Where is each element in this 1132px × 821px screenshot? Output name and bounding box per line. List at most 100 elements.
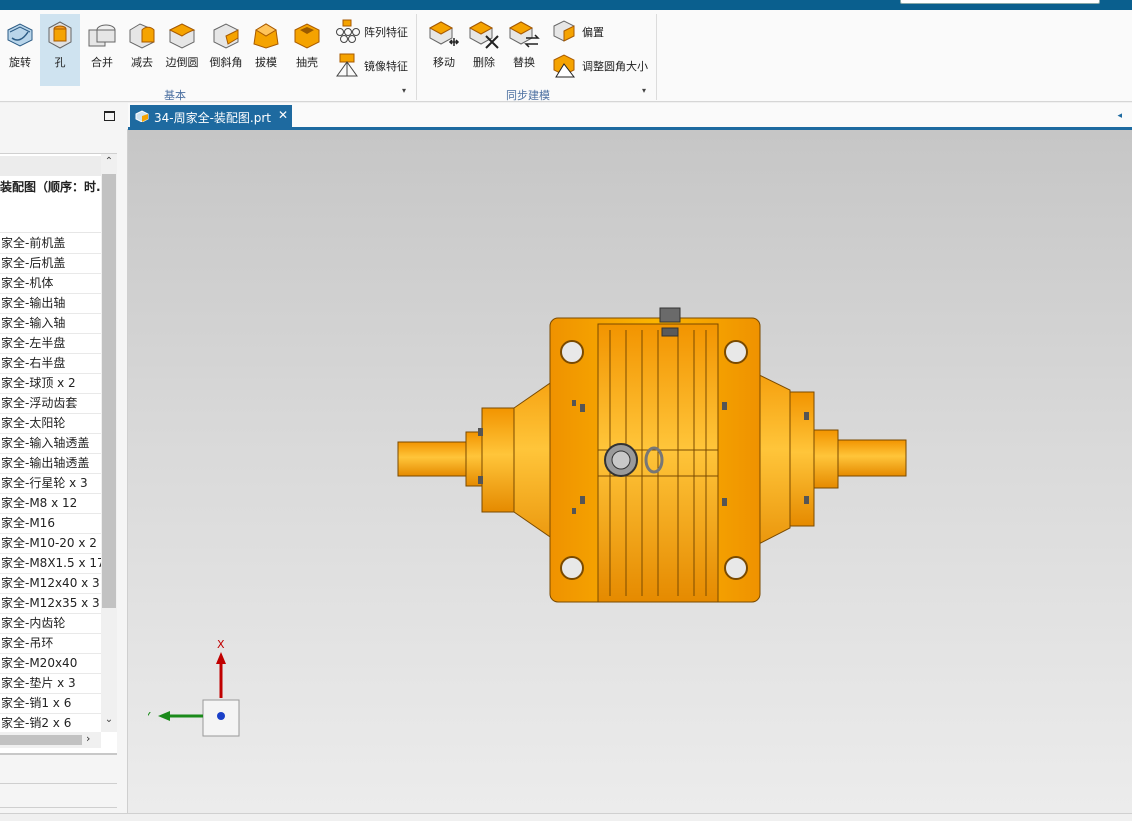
tree-row[interactable]: 家全-M16 bbox=[0, 514, 101, 534]
tree-row[interactable]: 家全-太阳轮 bbox=[0, 414, 101, 434]
menu-bar: ▾ bbox=[0, 0, 1132, 10]
assembly-navigator-panel: 装配图（顺序：时. 家全-前机盖 家全-后机盖 家全-机体 家全-输出轴 家全-输入轴家… bbox=[0, 103, 128, 821]
tab-overflow-icon[interactable]: ◂ bbox=[1117, 111, 1122, 121]
move-face-button[interactable]: 移动 bbox=[424, 14, 464, 86]
tree-row[interactable]: 家全-前机盖 bbox=[0, 234, 101, 254]
scrollbar-thumb[interactable] bbox=[0, 735, 82, 745]
tree-horizontal-scrollbar[interactable]: › bbox=[0, 732, 101, 748]
close-icon[interactable]: ✕ bbox=[278, 108, 288, 122]
tree-row[interactable]: 家全-内齿轮 bbox=[0, 614, 101, 634]
tree-row[interactable]: 家全-吊环 bbox=[0, 634, 101, 654]
tree-column-header[interactable] bbox=[0, 156, 101, 176]
resize-blend-label: 调整圆角大小 bbox=[582, 60, 648, 73]
panel-header bbox=[0, 103, 128, 129]
draft-icon bbox=[253, 23, 279, 49]
pattern-feature-label: 阵列特征 bbox=[364, 26, 408, 39]
tree-row[interactable]: 家全-左半盘 bbox=[0, 334, 101, 354]
delete-face-icon bbox=[468, 21, 499, 49]
tree-row[interactable]: 家全-垫片 x 3 bbox=[0, 674, 101, 694]
tree-row[interactable]: 家全-M12x40 x 3 bbox=[0, 574, 101, 594]
document-tab-bar: 34-周家全-装配图.prt ✕ ◂ bbox=[128, 103, 1132, 130]
scroll-down-icon[interactable]: ⌄ bbox=[103, 714, 115, 728]
shell-button[interactable]: 抽壳 bbox=[287, 14, 327, 86]
tree-row[interactable]: 家全-机体 bbox=[0, 274, 101, 294]
chamfer-button[interactable]: 倒斜角 bbox=[206, 14, 246, 86]
group-separator bbox=[656, 14, 657, 100]
origin-point bbox=[217, 712, 225, 720]
tree-row[interactable]: 家全-行星轮 x 3 bbox=[0, 474, 101, 494]
mirror-feature-label: 镜像特征 bbox=[364, 60, 408, 73]
tree-row[interactable]: 家全-输入轴 bbox=[0, 314, 101, 334]
divider bbox=[0, 807, 117, 808]
tree-row[interactable]: 家全-后机盖 bbox=[0, 254, 101, 274]
hole-button[interactable]: 孔 bbox=[40, 14, 80, 86]
tree-row[interactable]: 家全-输出轴 bbox=[0, 294, 101, 314]
shell-label: 抽壳 bbox=[296, 56, 318, 69]
pattern-feature-icon bbox=[336, 19, 360, 43]
tree-row[interactable]: 家全-M8X1.5 x 17 bbox=[0, 554, 101, 574]
tree-row bbox=[0, 212, 101, 233]
unite-icon bbox=[88, 24, 116, 47]
group-separator bbox=[416, 14, 417, 100]
graphics-viewport[interactable]: X Y bbox=[128, 130, 1132, 813]
hole-label: 孔 bbox=[54, 56, 66, 69]
offset-face-icon bbox=[553, 20, 575, 42]
edge-blend-icon bbox=[168, 23, 196, 49]
tree-row[interactable]: 家全-M10-20 x 2 bbox=[0, 534, 101, 554]
subtract-button[interactable]: 减去 bbox=[122, 14, 162, 86]
tree-root-node[interactable]: 装配图（顺序：时. bbox=[0, 178, 101, 195]
group-sync-dropdown-icon[interactable]: ▾ bbox=[642, 86, 646, 95]
tab-label: 34-周家全-装配图.prt bbox=[154, 111, 272, 125]
ribbon-toolbar: 旋转 孔 合并 减去 边倒圆 倒斜角 拔模 抽壳 阵列特征 镜像特征 基本 ▾ … bbox=[0, 10, 1132, 102]
status-bar bbox=[0, 813, 1132, 821]
replace-face-button[interactable]: 替换 bbox=[504, 14, 544, 86]
search-dropdown-icon[interactable]: ▾ bbox=[1087, 0, 1092, 3]
revolve-button[interactable]: 旋转 bbox=[0, 14, 40, 86]
draft-button[interactable]: 拔模 bbox=[246, 14, 286, 86]
part-file-icon bbox=[135, 110, 149, 122]
edge-blend-label: 边倒圆 bbox=[165, 56, 199, 69]
maximize-icon[interactable] bbox=[104, 111, 115, 121]
tree-row[interactable]: 家全-销1 x 6 bbox=[0, 694, 101, 714]
group-basic-label: 基本 bbox=[164, 89, 186, 102]
tree-vertical-scrollbar[interactable]: ⌃ ⌄ bbox=[101, 154, 117, 732]
tree-row[interactable]: 家全-M12x35 x 3 bbox=[0, 594, 101, 614]
hole-icon bbox=[48, 21, 72, 49]
unite-button[interactable]: 合并 bbox=[82, 14, 122, 86]
assembly-tree: 装配图（顺序：时. 家全-前机盖 家全-后机盖 家全-机体 家全-输出轴 家全-输入轴家… bbox=[0, 153, 117, 821]
resize-blend-icon bbox=[553, 54, 576, 78]
group-sync-label: 同步建模 bbox=[506, 89, 550, 102]
offset-face-label: 偏置 bbox=[582, 26, 604, 39]
scroll-right-icon[interactable]: › bbox=[86, 732, 90, 745]
x-axis-label: X bbox=[217, 638, 225, 651]
tab-document[interactable]: 34-周家全-装配图.prt ✕ bbox=[130, 105, 292, 128]
chamfer-icon bbox=[213, 23, 239, 49]
replace-face-icon bbox=[508, 21, 540, 48]
tree-row[interactable]: 家全-销2 x 6 bbox=[0, 714, 101, 734]
details-panel bbox=[0, 753, 117, 821]
tree-row[interactable]: 家全-输入轴透盖 bbox=[0, 434, 101, 454]
gear-reducer-model bbox=[397, 307, 907, 603]
mirror-feature-icon bbox=[336, 53, 358, 77]
tree-rows: 家全-前机盖 家全-后机盖 家全-机体 家全-输出轴 家全-输入轴 家全-左半盘 家全-右半… bbox=[0, 234, 101, 734]
tree-row[interactable]: 家全-M20x40 bbox=[0, 654, 101, 674]
edge-blend-button[interactable]: 边倒圆 bbox=[162, 14, 202, 86]
tree-row[interactable]: 家全-右半盘 bbox=[0, 354, 101, 374]
divider bbox=[0, 783, 117, 784]
tree-row[interactable]: 家全-浮动齿套 bbox=[0, 394, 101, 414]
y-axis-label: Y bbox=[148, 710, 151, 723]
command-search-input[interactable] bbox=[900, 0, 1100, 4]
move-face-icon bbox=[428, 21, 460, 46]
tree-row[interactable]: 家全-输出轴透盖 bbox=[0, 454, 101, 474]
scrollbar-thumb[interactable] bbox=[102, 174, 116, 608]
delete-face-button[interactable]: 删除 bbox=[464, 14, 504, 86]
scroll-up-icon[interactable]: ⌃ bbox=[103, 156, 115, 170]
nx-cad-window: ▾ 旋转 孔 合并 bbox=[0, 0, 1132, 821]
replace-face-label: 替换 bbox=[513, 56, 535, 69]
view-triad: X Y bbox=[148, 638, 240, 737]
tree-row[interactable]: 家全-球顶 x 2 bbox=[0, 374, 101, 394]
shell-icon bbox=[294, 23, 320, 49]
group-basic-dropdown-icon[interactable]: ▾ bbox=[402, 86, 406, 95]
tree-row[interactable]: 家全-M8 x 12 bbox=[0, 494, 101, 514]
subtract-icon bbox=[129, 23, 155, 49]
